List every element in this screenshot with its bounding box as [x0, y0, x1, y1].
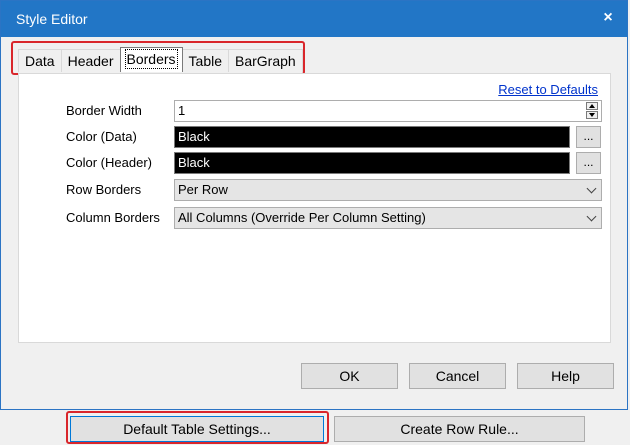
color-header-field[interactable]: Black	[174, 152, 570, 174]
close-icon: ×	[603, 9, 613, 26]
column-borders-label: Column Borders	[66, 210, 160, 225]
spin-up-icon[interactable]	[586, 102, 598, 110]
tab-borders[interactable]: Borders	[119, 47, 183, 72]
window-title: Style Editor	[16, 11, 88, 27]
border-width-label: Border Width	[66, 103, 142, 118]
default-table-settings-button[interactable]: Default Table Settings...	[70, 416, 324, 442]
close-button[interactable]: ×	[599, 9, 617, 27]
style-editor-dialog: Style Editor × Data Header Borders Table…	[0, 0, 628, 410]
color-data-field[interactable]: Black	[174, 126, 570, 148]
tab-label: Table	[188, 53, 222, 69]
borders-panel: Reset to Defaults Border Width 1 Color (…	[18, 73, 611, 343]
title-bar: Style Editor ×	[1, 1, 627, 37]
column-borders-select[interactable]: All Columns (Override Per Column Setting…	[174, 207, 602, 229]
color-data-picker-button[interactable]: ...	[576, 126, 601, 148]
help-button[interactable]: Help	[517, 363, 614, 389]
ok-button[interactable]: OK	[301, 363, 398, 389]
row-borders-select[interactable]: Per Row	[174, 179, 602, 201]
tab-label: Header	[67, 53, 114, 69]
color-data-value: Black	[178, 129, 210, 144]
cancel-button[interactable]: Cancel	[409, 363, 506, 389]
tab-header[interactable]: Header	[60, 49, 121, 72]
color-header-picker-button[interactable]: ...	[576, 152, 601, 174]
row-borders-value: Per Row	[178, 182, 228, 197]
border-width-input[interactable]: 1	[174, 100, 602, 122]
tab-label: BarGraph	[235, 53, 296, 69]
create-row-rule-button[interactable]: Create Row Rule...	[334, 416, 585, 442]
border-width-spinner[interactable]	[586, 102, 600, 120]
tab-table[interactable]: Table	[181, 49, 229, 72]
border-width-value: 1	[178, 103, 186, 118]
row-borders-label: Row Borders	[66, 182, 142, 197]
tab-label: Borders	[124, 49, 178, 69]
spin-down-icon[interactable]	[586, 111, 598, 119]
tab-strip: Data Header Borders Table BarGraph	[18, 47, 303, 73]
chevron-down-icon	[586, 211, 597, 222]
tab-data[interactable]: Data	[18, 49, 62, 72]
tab-bargraph[interactable]: BarGraph	[228, 49, 303, 72]
color-data-label: Color (Data)	[66, 129, 137, 144]
color-header-label: Color (Header)	[66, 155, 152, 170]
reset-to-defaults-link[interactable]: Reset to Defaults	[498, 82, 598, 97]
color-header-value: Black	[178, 155, 210, 170]
column-borders-value: All Columns (Override Per Column Setting…	[178, 210, 426, 225]
chevron-down-icon	[586, 183, 597, 194]
tab-label: Data	[25, 53, 55, 69]
